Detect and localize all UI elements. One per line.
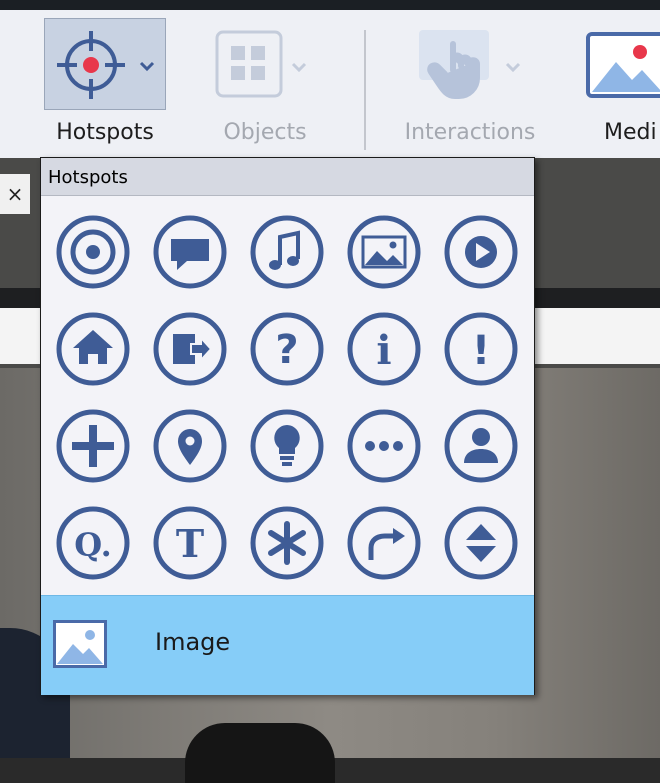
hotspot-grid: ? i ! Q. T [54,213,524,598]
hotspot-speech[interactable] [151,213,229,291]
picture-icon [347,215,421,289]
letter-q-glyph: Q. [74,526,111,564]
objects-icon [215,30,307,98]
target-icon [56,215,130,289]
window-top-bar [0,0,660,10]
image-icon [53,620,107,668]
hotspot-letter-q[interactable]: Q. [54,504,132,582]
hotspot-info[interactable]: i [345,310,423,388]
lightbulb-icon [250,409,324,483]
up-down-icon [444,506,518,580]
hotspot-play[interactable] [442,213,520,291]
question-icon: ? [250,312,324,386]
hotspot-letter-t[interactable]: T [151,504,229,582]
hotspot-redo[interactable] [345,504,423,582]
objects-label: Objects [223,120,307,145]
image-hotspot-item[interactable]: Image [41,595,534,695]
plus-icon [56,409,130,483]
exit-icon [153,312,227,386]
question-glyph: ? [275,327,298,373]
objects-button[interactable]: Objects [205,10,325,158]
redo-arrow-icon [347,506,421,580]
hotspots-label: Hotspots [56,120,154,145]
hotspot-person[interactable] [442,407,520,485]
hotspots-button-highlight [44,18,166,110]
info-glyph: i [376,327,391,374]
info-icon: i [347,312,421,386]
exclamation-glyph: ! [472,328,490,374]
more-icon [347,409,421,483]
asterisk-icon [250,506,324,580]
map-pin-icon [153,409,227,483]
hotspot-up-down[interactable] [442,504,520,582]
home-icon [56,312,130,386]
hotspot-lightbulb[interactable] [248,407,326,485]
media-button[interactable]: Medi [586,10,660,158]
image-item-label: Image [155,628,231,656]
media-label: Medi [604,120,657,145]
hand-pointer-icon [419,30,521,99]
speech-bubble-icon [153,215,227,289]
ribbon-toolbar: Hotspots Objects Interactions Medi [0,10,660,159]
hotspots-button[interactable]: Hotspots [44,10,166,158]
interactions-button[interactable]: Interactions [395,10,545,158]
hotspot-more[interactable] [345,407,423,485]
dropdown-header: Hotspots [41,158,534,196]
hotspot-question[interactable]: ? [248,310,326,388]
stage-photo-shape [185,723,335,783]
hotspot-asterisk[interactable] [248,504,326,582]
hotspot-target[interactable] [54,213,132,291]
exclamation-icon: ! [444,312,518,386]
hotspot-home[interactable] [54,310,132,388]
crosshair-icon [57,31,155,99]
music-note-icon [250,215,324,289]
hotspot-exclamation[interactable]: ! [442,310,520,388]
play-icon [444,215,518,289]
letter-q-icon: Q. [56,506,130,580]
letter-t-icon: T [153,506,227,580]
person-icon [444,409,518,483]
hotspot-music[interactable] [248,213,326,291]
letter-t-glyph: T [176,521,204,566]
tab-close-button[interactable]: × [0,174,30,214]
hotspots-dropdown: Hotspots ? i ! Q. T Image [40,157,535,695]
image-icon [586,32,660,98]
interactions-label: Interactions [404,120,536,145]
hotspot-plus[interactable] [54,407,132,485]
ribbon-separator [364,30,366,150]
hotspot-exit[interactable] [151,310,229,388]
hotspot-picture[interactable] [345,213,423,291]
hotspot-map-pin[interactable] [151,407,229,485]
